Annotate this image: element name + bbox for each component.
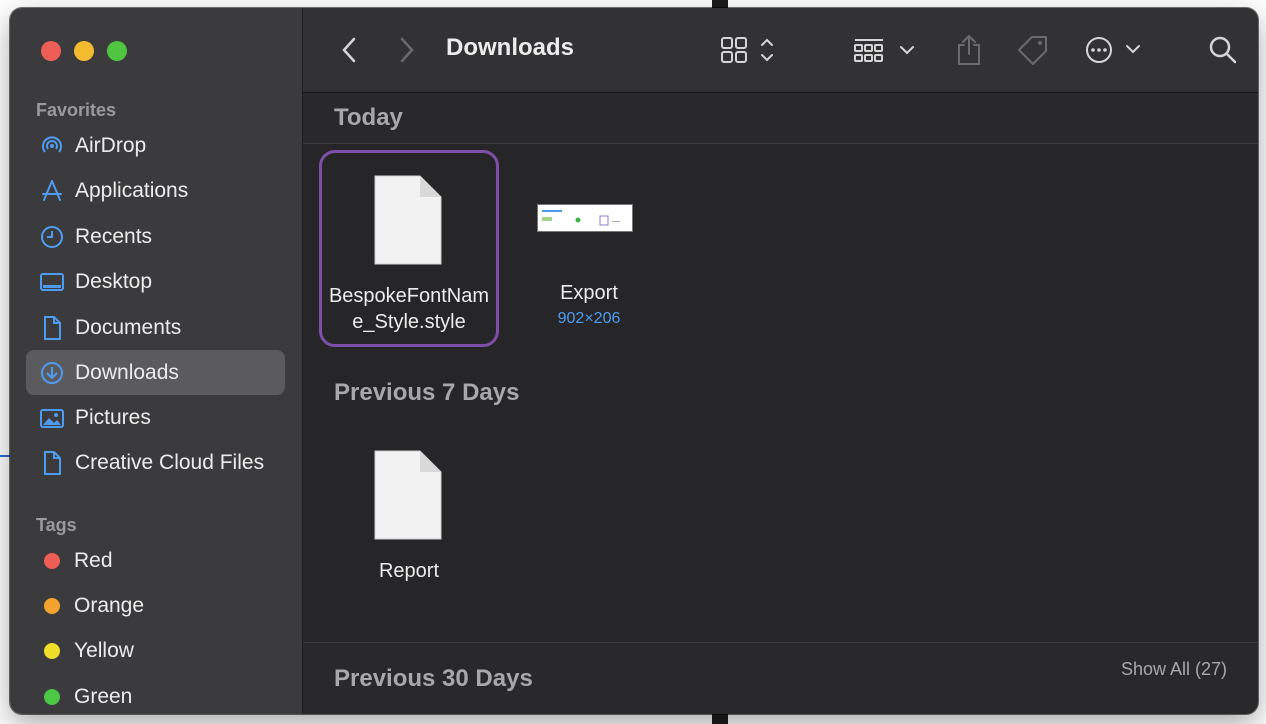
sidebar-item-airdrop[interactable]: AirDrop (26, 123, 285, 168)
finder-window: Favorites AirDrop Applications Recents D… (10, 8, 1258, 714)
sidebar-item-label: Red (74, 548, 113, 572)
tag-color-dot (44, 597, 60, 614)
toolbar: Downloads (303, 8, 1258, 93)
sidebar-item-applications[interactable]: Applications (26, 168, 285, 213)
tag-color-dot (44, 552, 60, 569)
sidebar-item-label: Yellow (74, 638, 134, 662)
zoom-window-button[interactable] (107, 41, 127, 61)
favorites-heading: Favorites (36, 100, 117, 120)
file-name: Export (560, 282, 618, 304)
sidebar-item-documents[interactable]: Documents (26, 305, 285, 350)
forward-button[interactable] (395, 32, 419, 68)
tag-button[interactable] (1013, 32, 1053, 68)
sidebar-tag-orange[interactable]: Orange (26, 583, 285, 628)
applications-icon (39, 178, 65, 204)
sidebar-item-recents[interactable]: Recents (26, 214, 285, 259)
file-name: Report (378, 560, 440, 582)
clock-icon (39, 224, 65, 250)
view-mode-button[interactable] (720, 32, 784, 68)
pictures-icon (39, 405, 65, 431)
sidebar-item-label: Applications (75, 178, 189, 202)
file-name-line1: BespokeFontNam (328, 285, 490, 307)
section-header-previous-30-days: Previous 30 Days Show All (27) (303, 643, 1258, 714)
sidebar-tag-red[interactable]: Red (26, 538, 285, 583)
section-title: Today (334, 104, 403, 131)
show-all-button[interactable]: Show All (27) (1121, 659, 1227, 680)
search-icon (1209, 36, 1237, 64)
sidebar-tag-green[interactable]: Green (26, 674, 285, 714)
search-button[interactable] (1205, 32, 1241, 68)
file-item-bespokefontname-style[interactable]: BespokeFontNam e_Style.style (319, 150, 499, 347)
sidebar-item-label: Green (74, 684, 133, 708)
file-item-export[interactable]: Export 902×206 (499, 150, 679, 347)
section-title: Previous 30 Days (334, 664, 533, 692)
file-item-report[interactable]: Report (319, 428, 499, 608)
minimize-window-button[interactable] (74, 41, 94, 61)
document-icon (39, 315, 65, 341)
section-header-today: Today (303, 93, 1258, 144)
chevron-left-icon (342, 37, 356, 63)
share-button[interactable] (951, 32, 987, 68)
sidebar-item-label: Recents (75, 224, 153, 248)
background-bar (712, 0, 728, 8)
group-by-button[interactable] (851, 32, 923, 68)
file-name-line2: e_Style.style (352, 311, 466, 333)
sidebar-item-downloads[interactable]: Downloads (26, 350, 285, 395)
sidebar-item-label: Creative Cloud Files (75, 450, 265, 474)
download-icon (39, 360, 65, 386)
close-window-button[interactable] (41, 41, 61, 61)
chevron-right-icon (400, 37, 414, 63)
sidebar-item-label: Pictures (75, 405, 151, 429)
tag-color-dot (44, 642, 60, 659)
background-link-underline (0, 455, 10, 457)
sidebar-item-creative-cloud-files[interactable]: Creative Cloud Files (26, 440, 285, 485)
back-button[interactable] (337, 32, 361, 68)
ellipsis-circle-icon (1086, 37, 1140, 63)
window-title: Downloads (446, 34, 575, 61)
tag-icon (1018, 36, 1047, 65)
section-title: Previous 7 Days (334, 379, 520, 406)
icon-grid-icon (721, 37, 773, 63)
group-icon (854, 39, 914, 62)
image-thumbnail (537, 204, 633, 232)
more-actions-button[interactable] (1083, 32, 1143, 68)
sidebar-item-label: Documents (75, 315, 182, 339)
thumbnail-preview-icon (542, 210, 620, 226)
tags-heading: Tags (36, 515, 77, 535)
sidebar-item-label: Desktop (75, 269, 153, 293)
sidebar: Favorites AirDrop Applications Recents D… (10, 8, 303, 714)
desktop-icon (39, 269, 65, 295)
sidebar-item-desktop[interactable]: Desktop (26, 259, 285, 304)
share-icon (958, 34, 980, 65)
image-dimensions: 902×206 (557, 310, 621, 327)
main-content: Downloads Today BespokeFontNam e_Style.s… (303, 8, 1258, 714)
document-file-icon (374, 175, 442, 265)
sidebar-item-label: Orange (74, 593, 145, 617)
sidebar-tag-yellow[interactable]: Yellow (26, 628, 285, 673)
section-header-previous-7-days: Previous 7 Days (303, 368, 1258, 418)
background-bar-bottom (712, 714, 728, 724)
sidebar-item-label: Downloads (75, 360, 179, 384)
document-file-icon (374, 450, 442, 540)
sidebar-item-label: AirDrop (75, 133, 147, 157)
airdrop-icon (39, 133, 65, 159)
sidebar-item-pictures[interactable]: Pictures (26, 395, 285, 440)
tag-color-dot (44, 688, 60, 705)
file-icon (39, 450, 65, 476)
